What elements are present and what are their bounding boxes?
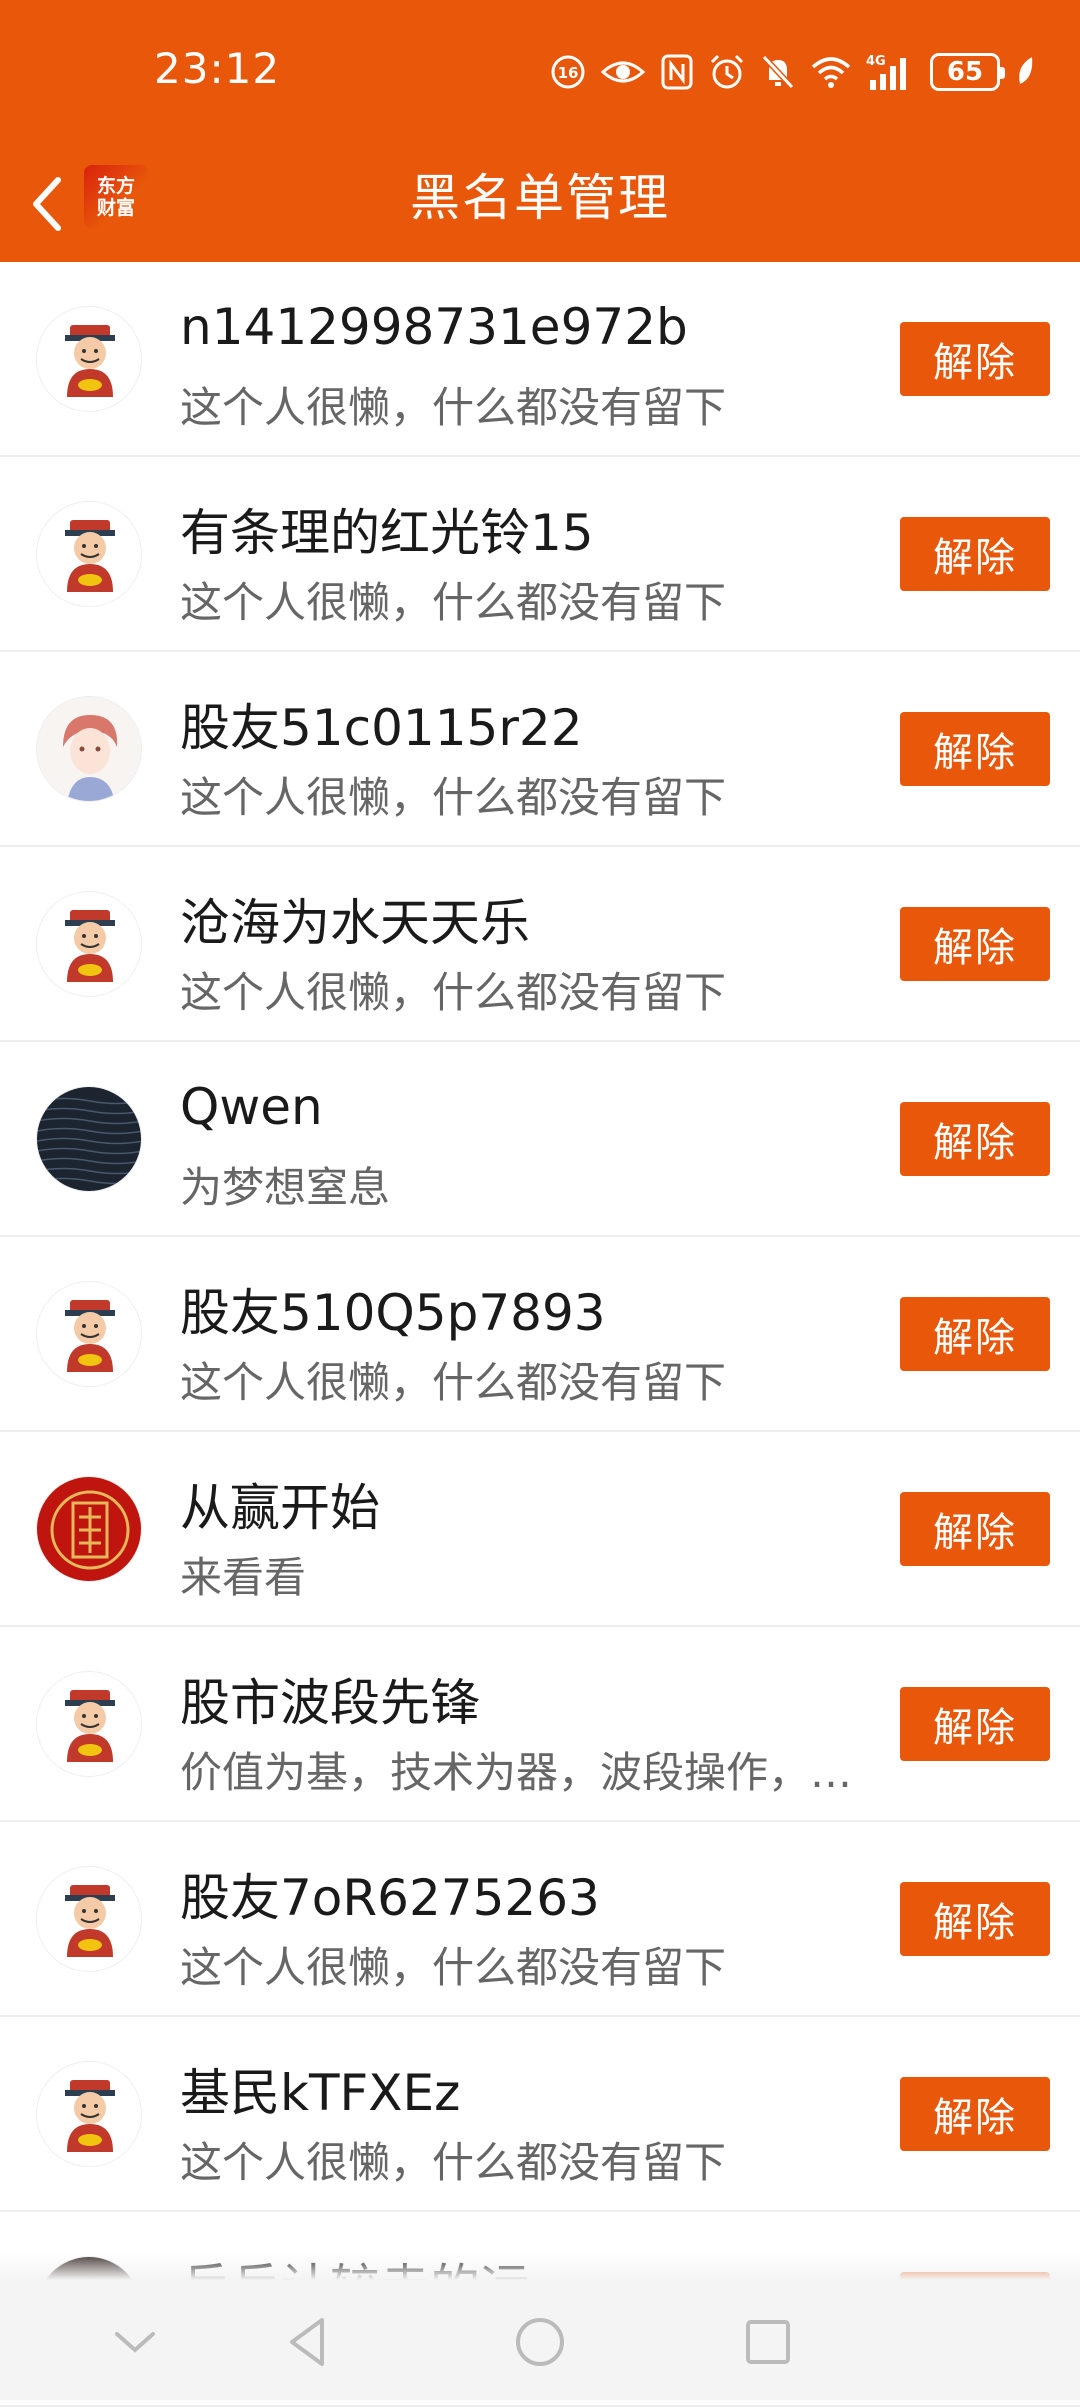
list-item[interactable]: 股友510Q5p7893 这个人很懒，什么都没有留下 解除 [0, 1237, 1080, 1432]
list-item[interactable]: 有条理的红光铃15 这个人很懒，什么都没有留下 解除 [0, 457, 1080, 652]
user-name: 股友510Q5p7893 [180, 1284, 606, 1342]
svg-text:4G: 4G [866, 54, 886, 69]
svg-text:16: 16 [558, 64, 579, 82]
red-seal-avatar[interactable] [36, 1476, 142, 1582]
unblock-button[interactable]: 解除 [900, 517, 1050, 591]
alarm-icon [710, 54, 744, 89]
list-item[interactable]: 股友51c0115r22 这个人很懒，什么都没有留下 解除 [0, 652, 1080, 847]
system-nav-bar [0, 2280, 1080, 2400]
user-signature: 这个人很懒，什么都没有留下 [180, 1358, 727, 1407]
unblock-button[interactable]: 解除 [900, 907, 1050, 981]
user-name: 股友51c0115r22 [180, 699, 583, 757]
status-time: 23:12 [154, 44, 281, 93]
user-signature: 这个人很懒，什么都没有留下 [180, 578, 727, 627]
list-item[interactable]: 沧海为水天天乐这个人很懒，什么都没有留下 解除 [0, 847, 1080, 1042]
status-icons: 16 4G 65 [550, 50, 1036, 94]
unblock-button[interactable]: 解除 [900, 1297, 1050, 1371]
home-circle-icon[interactable] [510, 2312, 570, 2372]
signal-4g-icon: 4G [866, 54, 906, 90]
nav-bar: 东方 财富 黑名单管理 [0, 146, 1080, 262]
unblock-button[interactable]: 解除 [900, 322, 1050, 396]
wifi-icon [811, 57, 851, 88]
list-fade [0, 2252, 1080, 2280]
god-of-wealth-icon[interactable] [36, 1671, 142, 1777]
god-of-wealth-icon[interactable] [36, 1866, 142, 1972]
user-name: Qwen [180, 1078, 323, 1136]
user-signature: 价值为基，技术为器，波段操作，… [180, 1748, 853, 1797]
user-name: 基民kTFXEz [180, 2064, 461, 2122]
recents-square-icon[interactable] [738, 2312, 798, 2372]
user-signature: 这个人很懒，什么都没有留下 [180, 383, 727, 432]
user-signature: 这个人很懒，什么都没有留下 [180, 1943, 727, 1992]
god-of-wealth-icon[interactable] [36, 306, 142, 412]
list-item[interactable]: Qwen 为梦想窒息 解除 [0, 1042, 1080, 1237]
leaf-icon [1019, 57, 1033, 84]
god-of-wealth-icon[interactable] [36, 891, 142, 997]
user-name: 股友7oR6275263 [180, 1869, 600, 1927]
nfc-icon [661, 54, 693, 90]
blacklist: n1412998731e972b 这个人很懒，什么都没有留下 解除 有条理的红光铃15… [0, 262, 1080, 2407]
list-item[interactable]: 股市波段先锋价值为基，技术为器，波段操作，… 解除 [0, 1627, 1080, 1822]
status-bar: 23:12 16 4G 65 [0, 0, 1080, 146]
user-signature: 为梦想窒息 [180, 1163, 391, 1212]
hd-call-icon: 16 [551, 55, 585, 89]
water-photo-avatar[interactable] [36, 1086, 142, 1192]
unblock-button[interactable]: 解除 [900, 1687, 1050, 1761]
user-name: 股市波段先锋 [180, 1674, 480, 1732]
god-of-wealth-icon[interactable] [36, 501, 142, 607]
god-of-wealth-icon[interactable] [36, 2061, 142, 2167]
user-name: 有条理的红光铃15 [180, 504, 594, 562]
god-of-wealth-icon[interactable] [36, 1281, 142, 1387]
unblock-button[interactable]: 解除 [900, 2077, 1050, 2151]
page-title: 黑名单管理 [410, 169, 670, 227]
header: 23:12 16 4G 65 东方 财富 黑名单管理 [0, 0, 1080, 262]
unblock-button[interactable]: 解除 [900, 1102, 1050, 1176]
list-item[interactable]: 从赢开始来看看 解除 [0, 1432, 1080, 1627]
user-signature: 这个人很懒，什么都没有留下 [180, 773, 727, 822]
unblock-button[interactable]: 解除 [900, 712, 1050, 786]
battery-indicator: 65 [930, 53, 1005, 91]
list-item[interactable]: 股友7oR6275263 这个人很懒，什么都没有留下 解除 [0, 1822, 1080, 2017]
mute-bell-icon [761, 54, 795, 90]
chevron-down-icon[interactable] [105, 2312, 165, 2372]
user-name: 沧海为水天天乐 [180, 894, 530, 952]
user-signature: 这个人很懒，什么都没有留下 [180, 968, 727, 1017]
user-signature: 这个人很懒，什么都没有留下 [180, 2138, 727, 2187]
list-item[interactable]: n1412998731e972b 这个人很懒，什么都没有留下 解除 [0, 262, 1080, 457]
unblock-button[interactable]: 解除 [900, 1882, 1050, 1956]
list-item[interactable]: 基民kTFXEz 这个人很懒，什么都没有留下 解除 [0, 2017, 1080, 2212]
user-name: 从赢开始 [180, 1479, 380, 1537]
anime-boy-avatar[interactable] [36, 696, 142, 802]
user-signature: 来看看 [180, 1553, 307, 1602]
eye-icon [600, 61, 646, 83]
unblock-button[interactable]: 解除 [900, 1492, 1050, 1566]
user-name: n1412998731e972b [180, 298, 688, 356]
back-triangle-icon[interactable] [278, 2312, 338, 2372]
